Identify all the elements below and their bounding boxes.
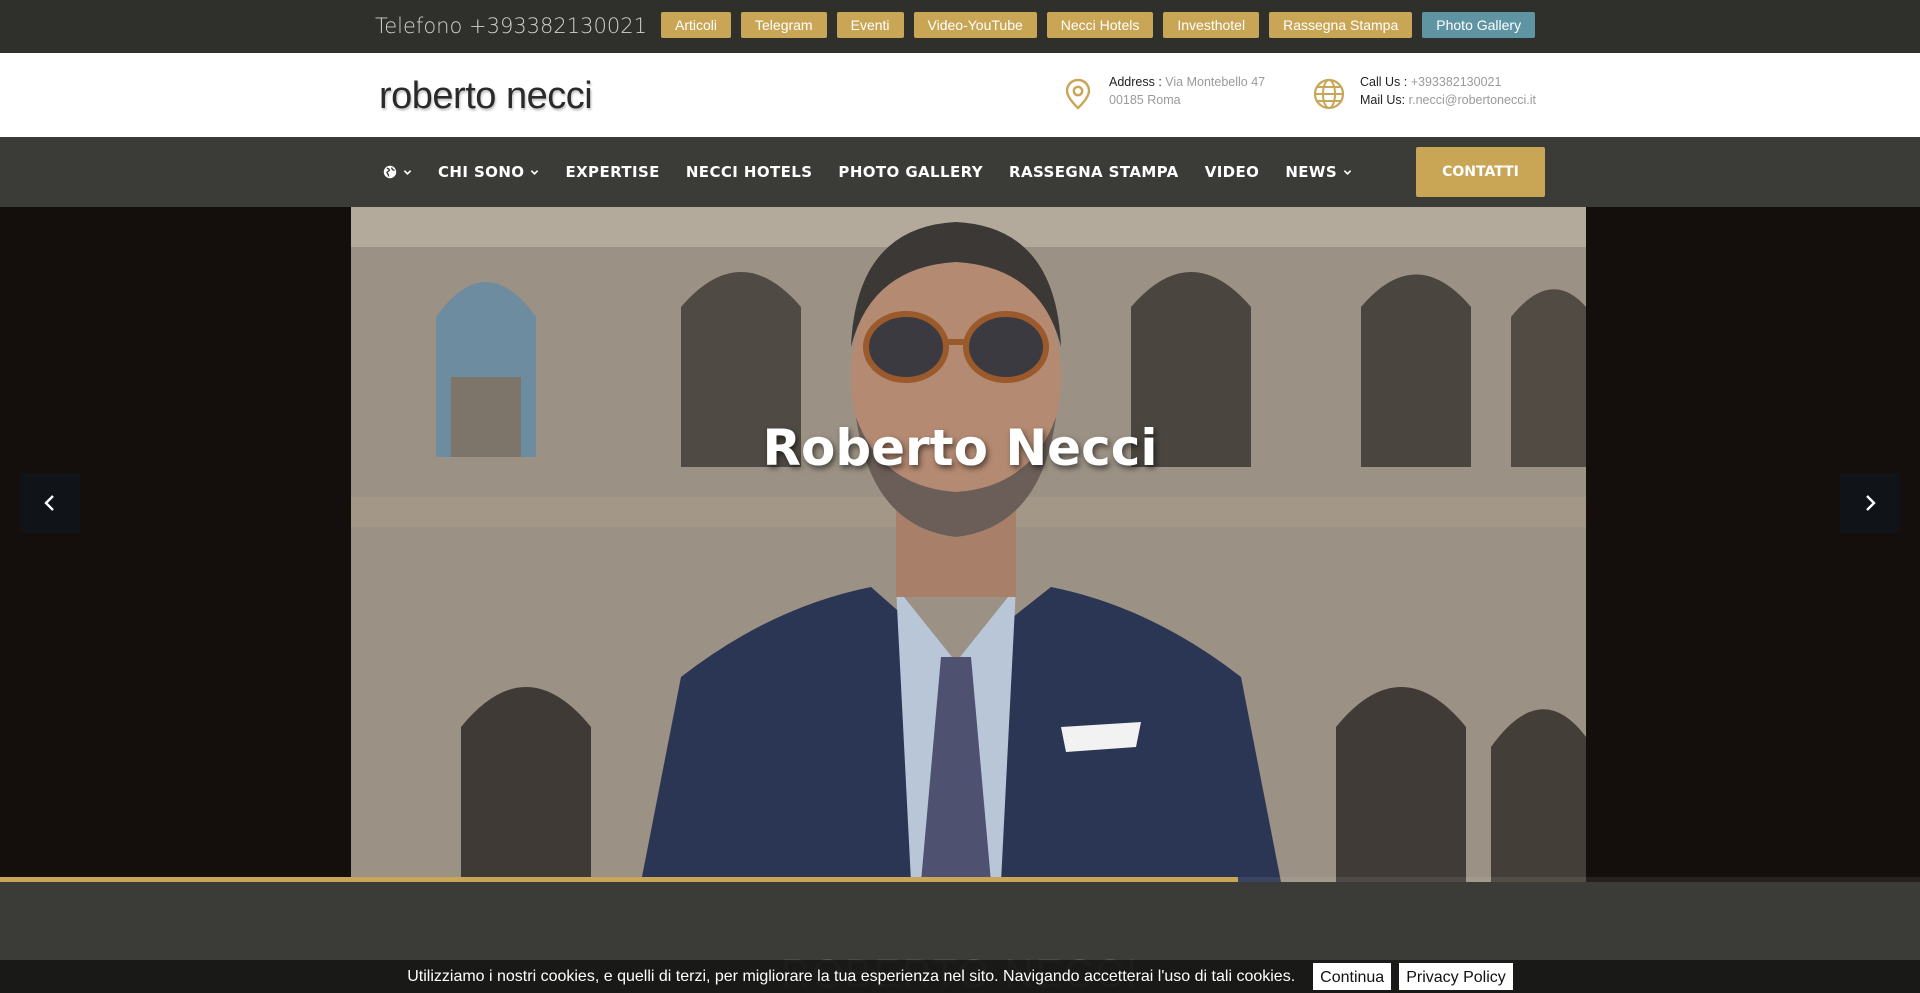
chevron-down-icon — [1343, 169, 1352, 175]
nav-item-necci-hotels[interactable]: NECCI HOTELS — [686, 163, 813, 181]
quick-link-telegram[interactable]: Telegram — [741, 12, 827, 38]
contact-block: Call Us : +393382130021 Mail Us: r.necci… — [1312, 73, 1536, 111]
nav-item-video[interactable]: VIDEO — [1205, 163, 1260, 181]
chevron-down-icon — [531, 169, 539, 175]
hero-slider: Roberto Necci — [0, 207, 1920, 882]
hero-photo — [351, 207, 1586, 882]
address-label: Address : — [1109, 75, 1162, 89]
nav-item-photo-gallery[interactable]: PHOTO GALLERY — [838, 163, 983, 181]
nav-item-label: CHI SONO — [438, 163, 525, 181]
quick-links: Articoli Telegram Eventi Video-YouTube N… — [661, 12, 1536, 38]
mail-value[interactable]: r.necci@robertonecci.it — [1409, 93, 1536, 107]
quick-link-necci-hotels[interactable]: Necci Hotels — [1046, 12, 1154, 38]
globe-icon — [383, 165, 397, 179]
hero-photo-illustration — [351, 207, 1586, 882]
nav-language-menu[interactable] — [383, 165, 412, 179]
quick-link-rassegna-stampa[interactable]: Rassegna Stampa — [1269, 12, 1413, 38]
call-value[interactable]: +393382130021 — [1411, 75, 1502, 89]
slider-next-button[interactable] — [1840, 473, 1900, 533]
nav-item-label: EXPERTISE — [565, 163, 660, 181]
privacy-policy-button[interactable]: Privacy Policy — [1399, 963, 1513, 990]
quick-link-articoli[interactable]: Articoli — [661, 12, 732, 38]
chevron-down-icon — [403, 169, 412, 175]
site-logo[interactable]: roberto necci — [379, 75, 593, 118]
chevron-right-icon — [1866, 495, 1876, 511]
mail-label: Mail Us: — [1360, 93, 1406, 107]
call-label: Call Us : — [1360, 75, 1408, 89]
address-lines: Address : Via Montebello 47 00185 Roma — [1109, 73, 1265, 109]
top-bar: Telefono +393382130021 Articoli Telegram… — [0, 0, 1920, 53]
quick-link-photo-gallery[interactable]: Photo Gallery — [1422, 12, 1536, 38]
nav-item-label: NECCI HOTELS — [685, 163, 813, 181]
nav-item-news[interactable]: NEWS — [1285, 163, 1352, 181]
address-line1: Via Montebello 47 — [1165, 75, 1266, 89]
map-pin-icon — [1065, 78, 1091, 110]
nav-item-rassegna-stampa[interactable]: RASSEGNA STAMPA — [1009, 163, 1179, 181]
cookie-text: Utilizziamo i nostri cookies, e quelli d… — [407, 967, 1296, 985]
top-phone[interactable]: Telefono +393382130021 — [375, 14, 647, 38]
nav-item-label: NEWS — [1285, 163, 1338, 181]
chevron-left-icon — [44, 495, 54, 511]
slider-progress-track — [0, 877, 1920, 882]
nav-items: CHI SONO EXPERTISE NECCI HOTELS PHOTO GA… — [383, 137, 1378, 207]
quick-link-video-youtube[interactable]: Video-YouTube — [913, 12, 1037, 38]
slider-prev-button[interactable] — [20, 473, 80, 533]
contact-lines: Call Us : +393382130021 Mail Us: r.necci… — [1360, 73, 1536, 109]
nav-item-label: VIDEO — [1204, 163, 1260, 181]
address-line2: 00185 Roma — [1109, 93, 1181, 107]
nav-item-expertise[interactable]: EXPERTISE — [565, 163, 659, 181]
hero-title: Roberto Necci — [762, 419, 1158, 477]
quick-link-investhotel[interactable]: Investhotel — [1163, 12, 1260, 38]
cookie-bar: Utilizziamo i nostri cookies, e quelli d… — [0, 960, 1920, 993]
site-header: roberto necci Address : Via Montebello 4… — [0, 53, 1920, 137]
nav-item-label: PHOTO GALLERY — [838, 163, 984, 181]
slider-progress-fill — [0, 877, 1239, 882]
globe-icon — [1313, 78, 1345, 110]
main-nav: CHI SONO EXPERTISE NECCI HOTELS PHOTO GA… — [0, 137, 1920, 207]
contatti-button[interactable]: CONTATTI — [1416, 147, 1545, 197]
quick-link-eventi[interactable]: Eventi — [836, 12, 904, 38]
nav-item-label: RASSEGNA STAMPA — [1009, 163, 1179, 181]
address-block: Address : Via Montebello 47 00185 Roma — [1061, 73, 1265, 111]
cookie-accept-button[interactable]: Continua — [1313, 963, 1392, 990]
nav-item-chi-sono[interactable]: CHI SONO — [438, 163, 539, 181]
